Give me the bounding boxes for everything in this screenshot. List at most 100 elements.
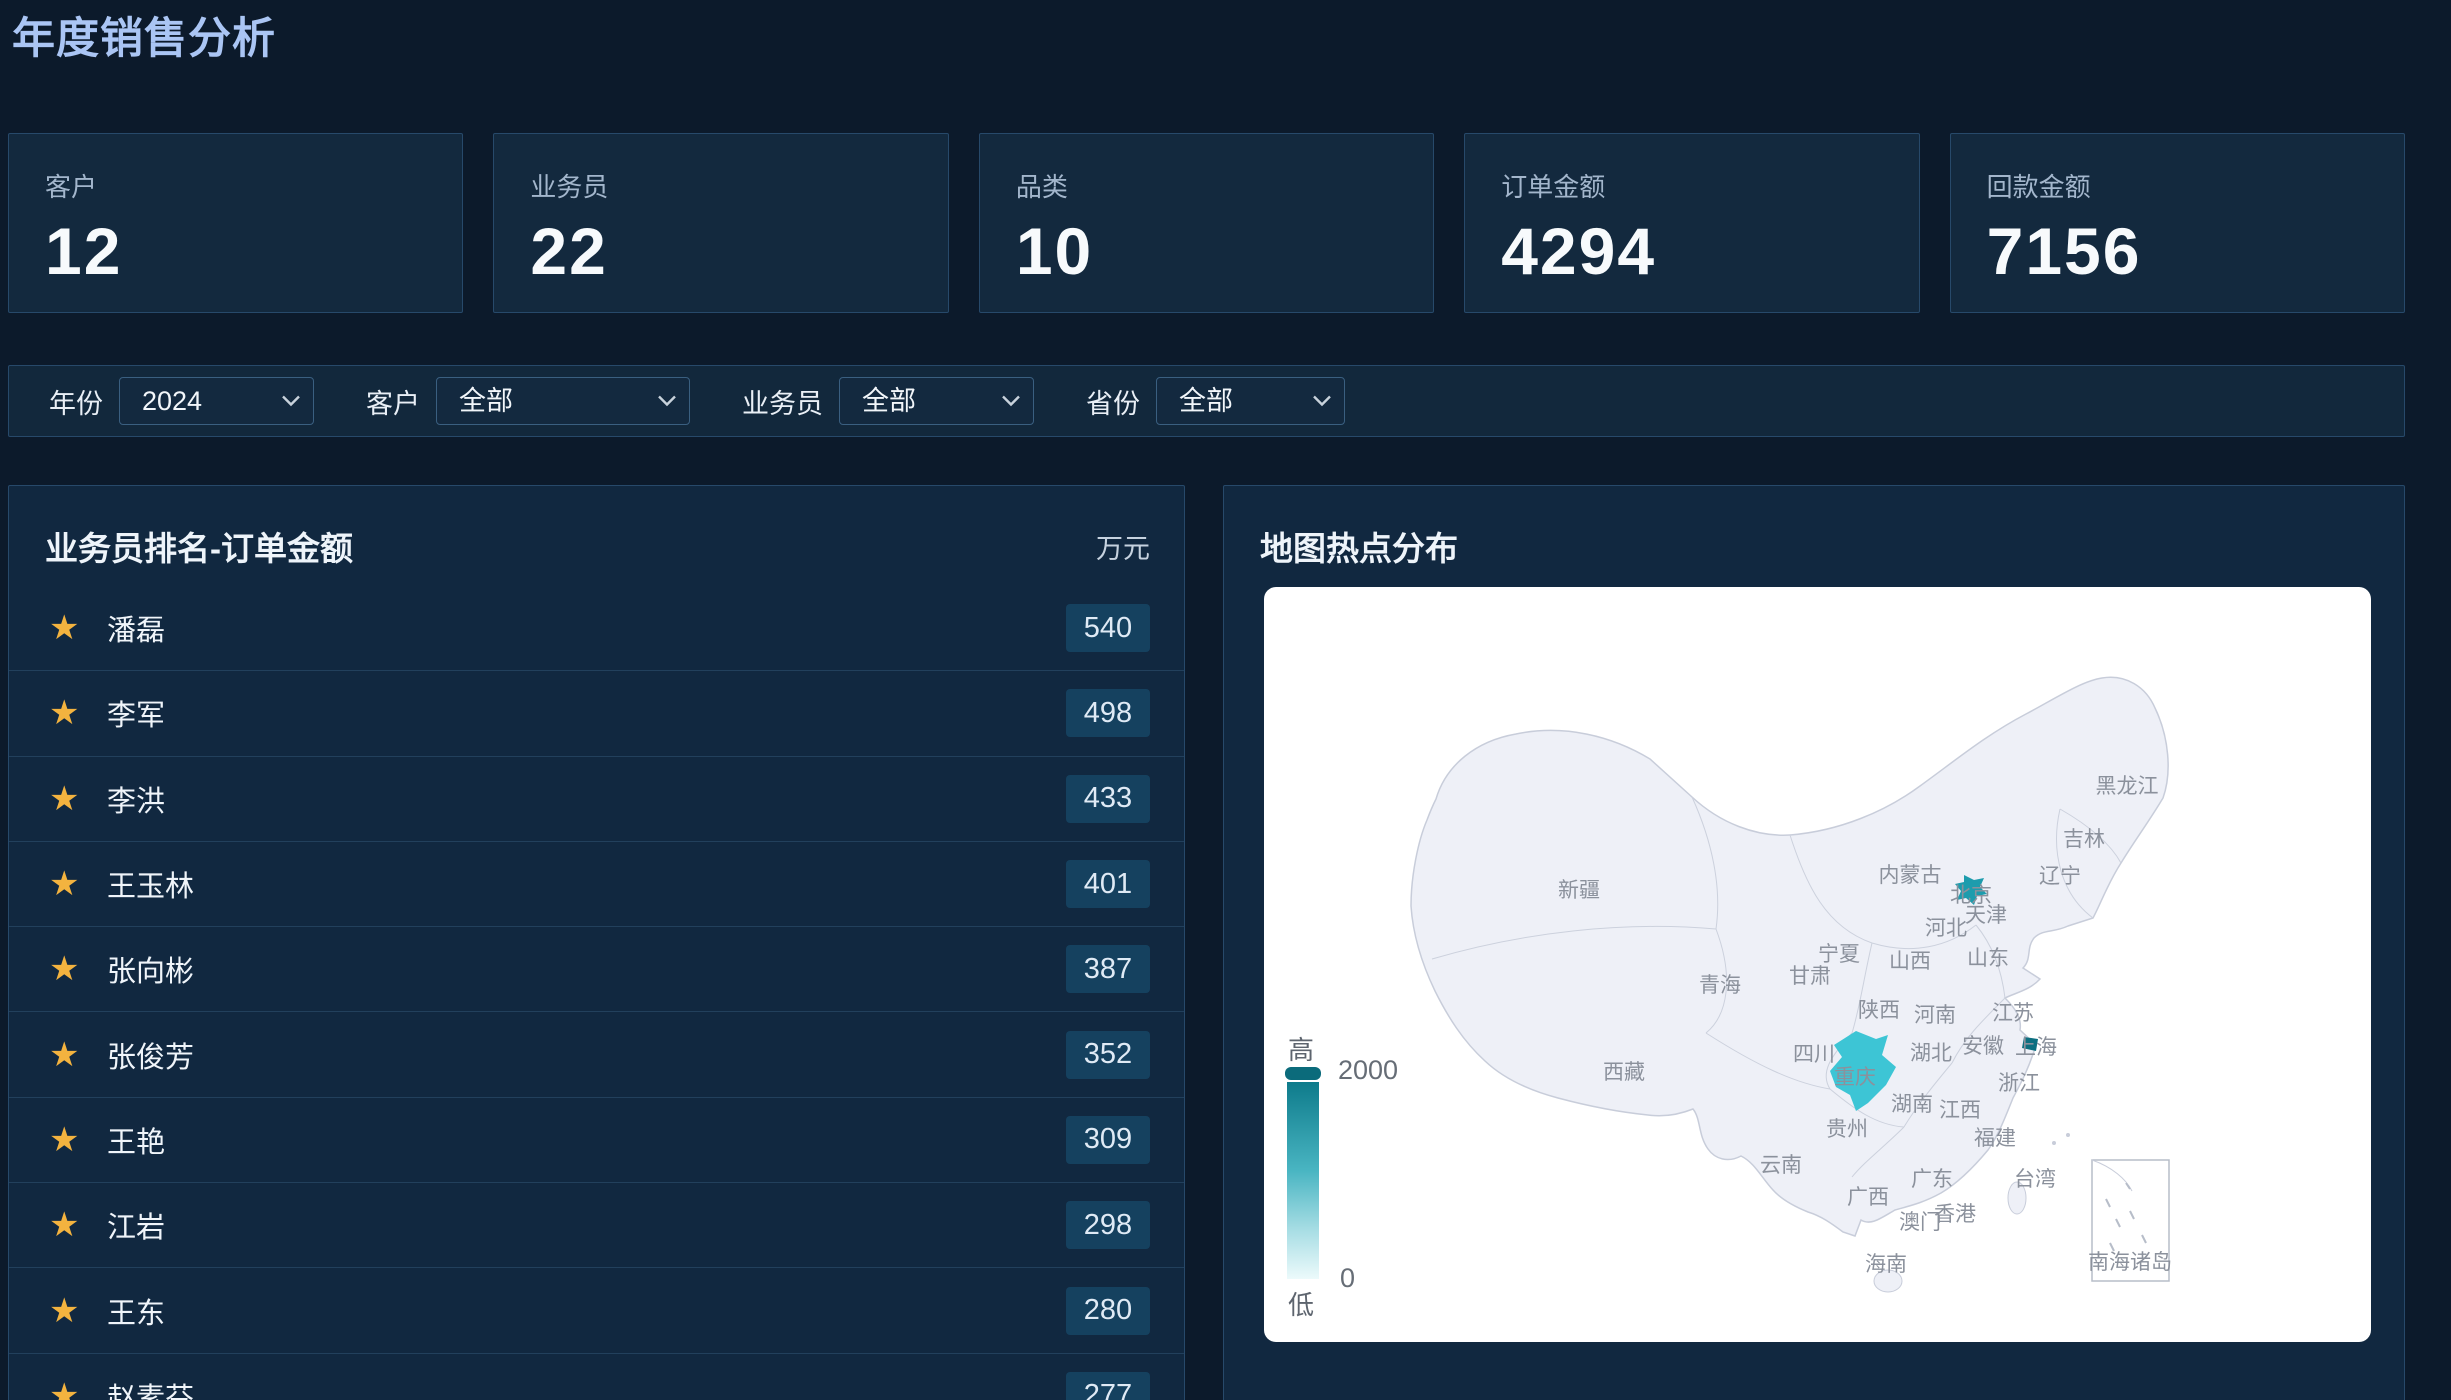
- map-panel-header: 地图热点分布: [1224, 486, 2404, 570]
- province-label: 台湾: [2014, 1168, 2056, 1191]
- province-label: 四川: [1793, 1043, 1835, 1066]
- stat-value: 22: [530, 218, 911, 284]
- list-item: ★王艳309: [9, 1098, 1184, 1183]
- value-badge: 280: [1066, 1287, 1150, 1335]
- star-icon: ★: [49, 1208, 107, 1242]
- stat-card-salespersons: 业务员 22: [493, 133, 948, 313]
- salesperson-name: 李洪: [107, 778, 1066, 820]
- list-item: ★王玉林401: [9, 842, 1184, 927]
- stat-card-order-amount: 订单金额 4294: [1464, 133, 1919, 313]
- value-badge: 498: [1066, 689, 1150, 737]
- province-label: 天津: [1965, 904, 2007, 927]
- value-badge: 298: [1066, 1201, 1150, 1249]
- list-item: ★李洪433: [9, 757, 1184, 842]
- customer-select-wrap: 全部: [436, 377, 690, 425]
- legend-high-label: 高: [1288, 1030, 1314, 1067]
- province-label: 重庆: [1834, 1066, 1876, 1089]
- province-label: 吉林: [2063, 828, 2105, 851]
- value-badge: 401: [1066, 860, 1150, 908]
- province-label: 广西: [1847, 1186, 1889, 1209]
- province-label: 宁夏: [1818, 943, 1860, 966]
- salesperson-name: 张向彬: [107, 948, 1066, 990]
- customer-select[interactable]: 全部: [436, 377, 690, 425]
- year-select[interactable]: 2024: [119, 377, 314, 425]
- salesperson-name: 潘磊: [107, 607, 1066, 649]
- list-item: ★潘磊540: [9, 586, 1184, 671]
- stat-card-payment-amount: 回款金额 7156: [1950, 133, 2405, 313]
- province-label: 安徽: [1962, 1035, 2004, 1058]
- province-label: 湖南: [1891, 1093, 1933, 1116]
- province-label: 山西: [1889, 950, 1931, 973]
- province-label: 陕西: [1858, 999, 1900, 1022]
- filter-label-salesperson: 业务员: [742, 382, 823, 421]
- list-item: ★赵素芬277: [9, 1354, 1184, 1400]
- star-icon: ★: [49, 1294, 107, 1328]
- province-label: 甘肃: [1789, 965, 1831, 988]
- map-title: 地图热点分布: [1260, 522, 1458, 570]
- province-label: 浙江: [1998, 1072, 2040, 1095]
- filter-bar: 年份 2024 客户 全部 业务员 全部 省份 全部: [8, 365, 2405, 437]
- ranking-list: ★潘磊540★李军498★李洪433★王玉林401★张向彬387★张俊芳352★…: [9, 586, 1184, 1400]
- star-icon: ★: [49, 867, 107, 901]
- salesperson-name: 江岩: [107, 1204, 1066, 1246]
- legend-gradient-bar[interactable]: [1287, 1082, 1319, 1279]
- province-select[interactable]: 全部: [1156, 377, 1345, 425]
- value-badge: 433: [1066, 775, 1150, 823]
- province-label: 澳门: [1899, 1211, 1941, 1234]
- small-island: [2066, 1133, 2070, 1137]
- stat-card-categories: 品类 10: [979, 133, 1434, 313]
- salesperson-name: 李军: [107, 692, 1066, 734]
- page-title: 年度销售分析: [12, 4, 276, 66]
- ranking-title: 业务员排名-订单金额: [45, 522, 353, 570]
- value-badge: 540: [1066, 604, 1150, 652]
- stat-value: 4294: [1501, 218, 1882, 284]
- stat-value: 7156: [1987, 218, 2368, 284]
- value-badge: 352: [1066, 1031, 1150, 1079]
- year-select-wrap: 2024: [119, 377, 314, 425]
- legend-low-label: 低: [1288, 1285, 1314, 1322]
- dashboard: { "page": { "title": "年度销售分析" }, "stats"…: [0, 0, 2451, 1400]
- stat-label: 回款金额: [1987, 174, 2368, 200]
- province-label: 山东: [1967, 947, 2009, 970]
- stat-label: 业务员: [530, 174, 911, 200]
- salesperson-select[interactable]: 全部: [839, 377, 1034, 425]
- small-island: [2052, 1141, 2056, 1145]
- filter-label-customer: 客户: [366, 382, 420, 421]
- ranking-panel: 业务员排名-订单金额 万元 ★潘磊540★李军498★李洪433★王玉林401★…: [8, 485, 1185, 1400]
- province-label: 南海诸岛: [2088, 1251, 2172, 1274]
- province-label: 青海: [1699, 974, 1741, 997]
- province-label: 上海: [2015, 1036, 2057, 1059]
- province-label: 海南: [1865, 1253, 1907, 1276]
- stat-cards-row: 客户 12 业务员 22 品类 10 订单金额 4294 回款金额 7156: [8, 133, 2405, 313]
- province-label: 黑龙江: [2096, 775, 2159, 798]
- province-label: 贵州: [1826, 1118, 1868, 1141]
- china-map[interactable]: 新疆西藏青海甘肃宁夏内蒙古黑龙江吉林辽宁北京天津河北山西山东陕西河南江苏安徽上海…: [1264, 587, 2371, 1342]
- province-label: 内蒙古: [1879, 864, 1942, 887]
- province-label: 湖北: [1910, 1042, 1952, 1065]
- legend-min-value: 0: [1340, 1263, 1355, 1294]
- legend-max-value: 2000: [1338, 1055, 1398, 1086]
- salesperson-name: 张俊芳: [107, 1034, 1066, 1076]
- star-icon: ★: [49, 952, 107, 986]
- list-item: ★李军498: [9, 671, 1184, 756]
- star-icon: ★: [49, 782, 107, 816]
- province-label: 河南: [1914, 1004, 1956, 1027]
- province-select-wrap: 全部: [1156, 377, 1345, 425]
- province-label: 江苏: [1992, 1002, 2034, 1025]
- china-map-svg[interactable]: 新疆西藏青海甘肃宁夏内蒙古黑龙江吉林辽宁北京天津河北山西山东陕西河南江苏安徽上海…: [1264, 587, 2371, 1342]
- filter-label-province: 省份: [1086, 382, 1140, 421]
- china-outline: [1411, 677, 2168, 1236]
- stat-value: 12: [45, 218, 426, 284]
- star-icon: ★: [49, 1038, 107, 1072]
- list-item: ★江岩298: [9, 1183, 1184, 1268]
- salesperson-name: 王艳: [107, 1119, 1066, 1161]
- map-panel: 地图热点分布: [1223, 485, 2405, 1400]
- value-badge: 387: [1066, 945, 1150, 993]
- star-icon: ★: [49, 1379, 107, 1400]
- province-label: 新疆: [1558, 879, 1600, 902]
- salesperson-name: 王玉林: [107, 863, 1066, 905]
- star-icon: ★: [49, 611, 107, 645]
- legend-bar-cap: [1285, 1067, 1321, 1080]
- value-badge: 277: [1066, 1372, 1150, 1400]
- stat-card-customers: 客户 12: [8, 133, 463, 313]
